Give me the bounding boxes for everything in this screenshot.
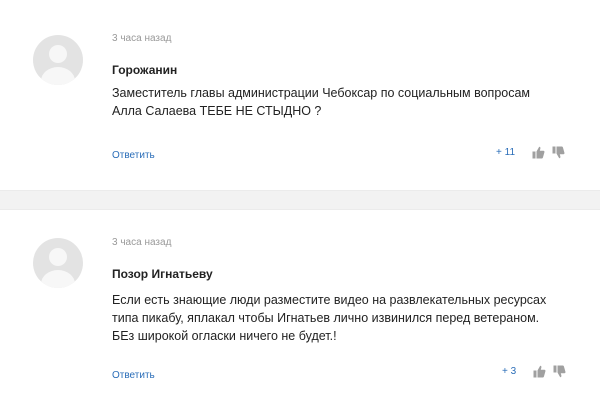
comment-timestamp: 3 часа назад [112, 33, 172, 44]
comment-text-line: типа пикабу, яплакал чтобы Игнатьев личн… [112, 311, 540, 325]
vote-controls: + 3 [502, 364, 566, 378]
thumbs-up-icon[interactable] [532, 364, 546, 378]
reply-button[interactable]: Ответить [112, 370, 155, 381]
comment-author[interactable]: Позор Игнатьеву [112, 267, 213, 281]
comment-timestamp: 3 часа назад [112, 237, 172, 248]
reply-button[interactable]: Ответить [112, 150, 155, 161]
comment-text: Заместитель главы администрации Чебоксар… [112, 84, 582, 120]
comment-author[interactable]: Горожанин [112, 63, 177, 77]
vote-controls: + 11 [496, 145, 565, 159]
comment-text-line: Алла Салаева ТЕБЕ НЕ СТЫДНО ? [112, 104, 322, 118]
comment-text-line: Если есть знающие люди разместите видео … [112, 293, 547, 307]
comment-text-line: Заместитель главы администрации Чебоксар… [112, 86, 531, 100]
comment-item: 3 часа назад Горожанин Заместитель главы… [0, 0, 600, 190]
thumbs-down-icon[interactable] [551, 145, 565, 159]
comment-text-line: БЕз широкой огласки ничего не будет.! [112, 329, 337, 343]
comment-separator [0, 190, 600, 210]
user-avatar-icon[interactable] [33, 238, 83, 288]
comment-text: Если есть знающие люди разместите видео … [112, 291, 582, 345]
rating-count: + 11 [496, 146, 515, 158]
thumbs-down-icon[interactable] [552, 364, 566, 378]
comment-item: 3 часа назад Позор Игнатьеву Если есть з… [0, 210, 600, 416]
thumbs-up-icon[interactable] [531, 145, 545, 159]
rating-count: + 3 [502, 365, 517, 377]
user-avatar-icon[interactable] [33, 35, 83, 85]
